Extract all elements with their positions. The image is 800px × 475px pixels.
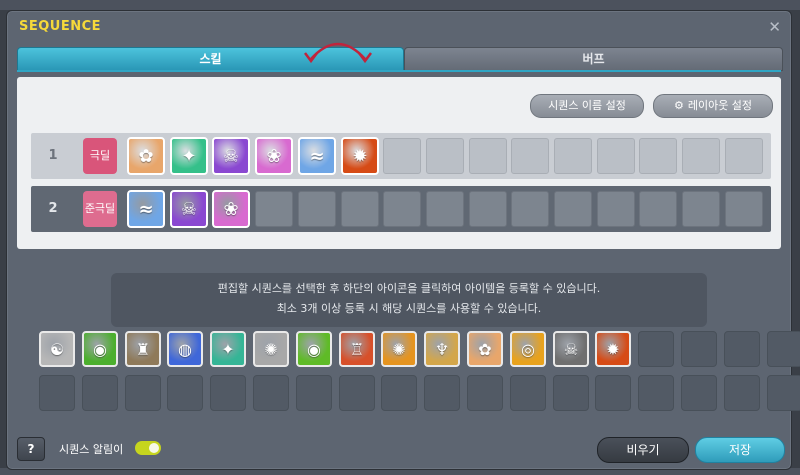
- empty-palette-slot: [167, 375, 203, 411]
- empty-sequence-slot[interactable]: [341, 191, 379, 227]
- empty-sequence-slot[interactable]: [725, 138, 763, 174]
- sequence-number: 2: [48, 201, 58, 216]
- empty-palette-slot: [125, 375, 161, 411]
- tab-underline: [17, 70, 781, 72]
- close-icon[interactable]: ✕: [768, 18, 781, 36]
- empty-sequence-slot[interactable]: [682, 191, 720, 227]
- green-eye-icon[interactable]: ◉: [82, 331, 118, 367]
- pink-spiral-icon[interactable]: ❀: [212, 190, 250, 228]
- empty-palette-slot: [724, 375, 760, 411]
- empty-palette-slot: [553, 375, 589, 411]
- teal-rune-icon[interactable]: ✦: [210, 331, 246, 367]
- sequence-name-badge[interactable]: 준극딜: [83, 191, 117, 227]
- pink-spiral-icon[interactable]: ❀: [255, 137, 293, 175]
- empty-sequence-slot[interactable]: [725, 191, 763, 227]
- sequence-window: SEQUENCE ✕ 스킬 버프 시퀀스 이름 설정 ⚙ 레이아웃 설정 1 극딜 ✿…: [6, 10, 800, 470]
- empty-palette-slot: [253, 375, 289, 411]
- window-title: SEQUENCE: [19, 19, 102, 34]
- sequence-row-2[interactable]: 2 준극딜 ≈ ☠ ❀: [31, 186, 771, 232]
- green-rune-icon[interactable]: ✦: [170, 137, 208, 175]
- save-button[interactable]: 저장: [695, 437, 785, 463]
- sequence-name-badge[interactable]: 극딜: [83, 138, 117, 174]
- bronze-figure-icon[interactable]: ♜: [125, 331, 161, 367]
- info-line-1: 편집할 시퀀스를 선택한 후 하단의 아이콘을 클릭하여 아이템을 등록할 수 …: [217, 282, 601, 295]
- fairy-girl-icon[interactable]: ✿: [127, 137, 165, 175]
- empty-sequence-slot[interactable]: [469, 138, 507, 174]
- orange-seal-icon[interactable]: ✺: [381, 331, 417, 367]
- window-titlebar[interactable]: SEQUENCE ✕: [7, 11, 791, 45]
- info-message: 편집할 시퀀스를 선택한 후 하단의 아이콘을 클릭하여 아이템을 등록할 수 …: [111, 273, 707, 327]
- empty-sequence-slot[interactable]: [597, 191, 635, 227]
- sequence-number: 1: [48, 148, 58, 163]
- background-game-ui: [0, 0, 800, 10]
- empty-sequence-slot[interactable]: [511, 138, 549, 174]
- empty-palette-slot: [767, 375, 800, 411]
- empty-sequence-slot[interactable]: [298, 191, 336, 227]
- empty-sequence-slot[interactable]: [426, 191, 464, 227]
- layout-settings-button[interactable]: ⚙ 레이아웃 설정: [653, 94, 773, 118]
- empty-palette-slot: [296, 375, 332, 411]
- empty-sequence-slot[interactable]: [554, 138, 592, 174]
- bottom-bar: ? 시퀀스 알림이 비우기 저장: [7, 431, 791, 469]
- empty-sequence-slot[interactable]: [597, 138, 635, 174]
- empty-palette-slot: [724, 331, 760, 367]
- sequence-alarm-toggle[interactable]: [135, 441, 161, 455]
- sequence-row-1[interactable]: 1 극딜 ✿ ✦ ☠ ❀ ≈ ✹: [31, 133, 771, 179]
- empty-palette-slot: [510, 375, 546, 411]
- gold-coin-icon[interactable]: ◎: [510, 331, 546, 367]
- golden-hair-icon[interactable]: ♆: [424, 331, 460, 367]
- layout-settings-label: 레이아웃 설정: [687, 99, 753, 112]
- lime-eye-icon[interactable]: ◉: [296, 331, 332, 367]
- empty-palette-slot: [39, 375, 75, 411]
- skull-spirit-icon[interactable]: ☠: [553, 331, 589, 367]
- purple-skull-icon[interactable]: ☠: [170, 190, 208, 228]
- blue-wave-icon[interactable]: ≈: [127, 190, 165, 228]
- empty-palette-slot: [681, 331, 717, 367]
- sequence-list-panel: 시퀀스 이름 설정 ⚙ 레이아웃 설정 1 극딜 ✿ ✦ ☠ ❀ ≈ ✹ 2 준극딜 ≈ ☠ ❀: [17, 42, 781, 249]
- fairy-girl-icon[interactable]: ✿: [467, 331, 503, 367]
- empty-sequence-slot[interactable]: [469, 191, 507, 227]
- rename-sequence-button[interactable]: 시퀀스 이름 설정: [530, 94, 644, 118]
- purple-skull-icon[interactable]: ☠: [212, 137, 250, 175]
- empty-palette-slot: [210, 375, 246, 411]
- gray-dragon-icon[interactable]: ☯: [39, 331, 75, 367]
- empty-palette-slot: [467, 375, 503, 411]
- toggle-knob: [149, 443, 159, 453]
- empty-palette-slot: [638, 375, 674, 411]
- empty-palette-slot: [339, 375, 375, 411]
- blue-orb-icon[interactable]: ◍: [167, 331, 203, 367]
- silver-swirl-icon[interactable]: ✺: [253, 331, 289, 367]
- empty-sequence-slot[interactable]: [554, 191, 592, 227]
- empty-palette-slot: [424, 375, 460, 411]
- red-castle-icon[interactable]: ♖: [339, 331, 375, 367]
- clear-button[interactable]: 비우기: [597, 437, 689, 463]
- empty-sequence-slot[interactable]: [639, 138, 677, 174]
- help-button[interactable]: ?: [17, 437, 45, 461]
- swap-arrow-icon: [304, 42, 372, 64]
- empty-sequence-slot[interactable]: [383, 138, 421, 174]
- empty-sequence-slot[interactable]: [383, 191, 421, 227]
- info-line-2: 최소 3개 이상 등록 시 해당 시퀀스를 사용할 수 있습니다.: [276, 302, 542, 315]
- blue-wave-icon[interactable]: ≈: [298, 137, 336, 175]
- empty-sequence-slot[interactable]: [639, 191, 677, 227]
- empty-palette-slot: [681, 375, 717, 411]
- empty-sequence-slot[interactable]: [511, 191, 549, 227]
- empty-palette-slot: [82, 375, 118, 411]
- empty-sequence-slot[interactable]: [255, 191, 293, 227]
- gear-icon: ⚙: [673, 99, 684, 112]
- empty-palette-slot: [767, 331, 800, 367]
- tab-buff[interactable]: 버프: [404, 47, 783, 71]
- empty-palette-slot: [595, 375, 631, 411]
- sequence-alarm-label: 시퀀스 알림이: [59, 443, 124, 456]
- empty-sequence-slot[interactable]: [682, 138, 720, 174]
- empty-palette-slot: [381, 375, 417, 411]
- empty-sequence-slot[interactable]: [426, 138, 464, 174]
- red-flame-icon[interactable]: ✹: [341, 137, 379, 175]
- red-flame-icon[interactable]: ✹: [595, 331, 631, 367]
- empty-palette-slot: [638, 331, 674, 367]
